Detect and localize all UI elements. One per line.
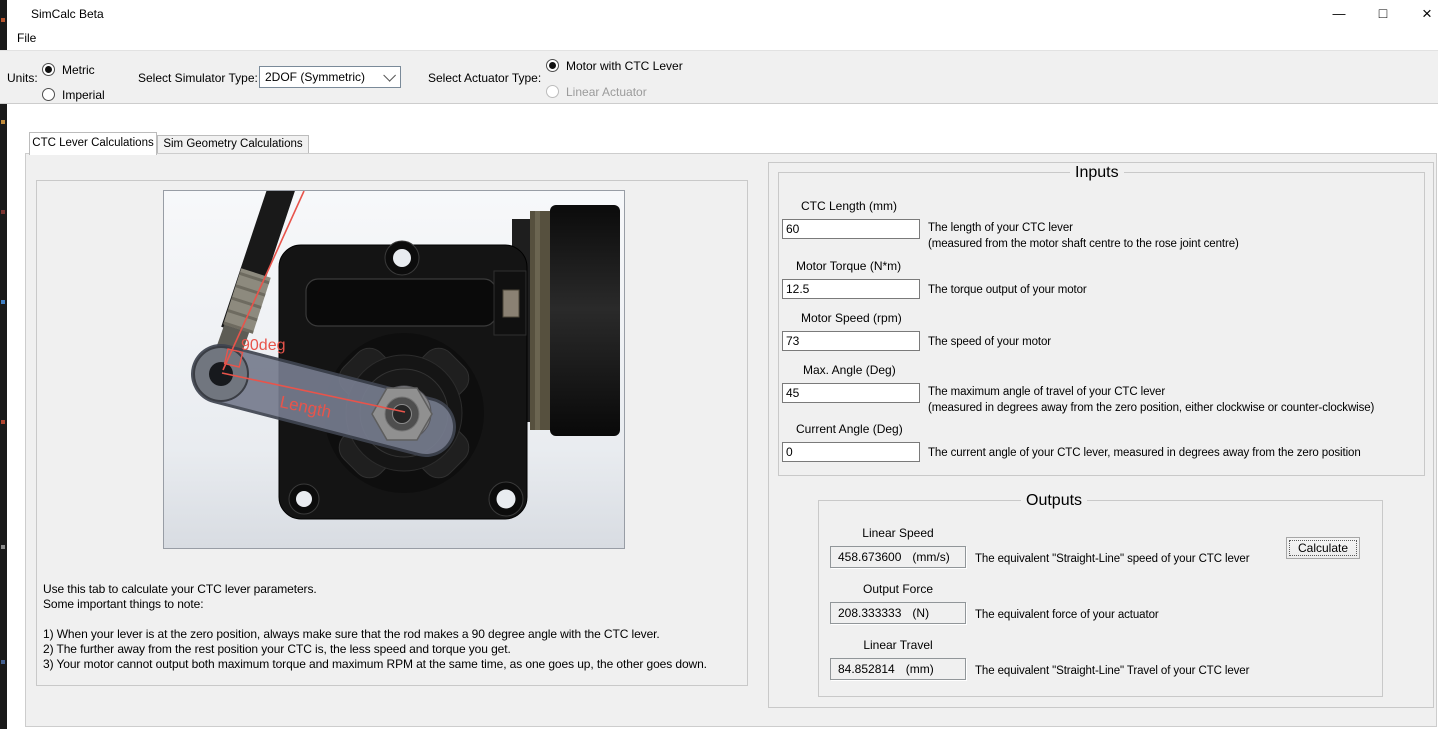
- simulator-type-value: 2DOF (Symmetric): [260, 70, 383, 84]
- notes-text: Use this tab to calculate your CTC lever…: [43, 582, 707, 672]
- app-window: SimCalc Beta — □ × File Units: Metric Im…: [0, 0, 1438, 729]
- radio-motor-label: Motor with CTC Lever: [566, 59, 683, 73]
- menu-bar: File: [7, 26, 1438, 50]
- tab-sim-geometry-calculations[interactable]: Sim Geometry Calculations: [157, 135, 309, 153]
- current-angle-desc: The current angle of your CTC lever, mea…: [928, 445, 1361, 461]
- ctc-length-input[interactable]: [782, 219, 920, 239]
- output-force-desc: The equivalent force of your actuator: [975, 607, 1159, 623]
- close-button[interactable]: ×: [1405, 0, 1438, 26]
- note-line: 1) When your lever is at the zero positi…: [43, 627, 707, 642]
- radio-metric-label: Metric: [62, 63, 95, 77]
- radio-linear-label: Linear Actuator: [566, 85, 647, 99]
- motor-speed-input[interactable]: [782, 331, 920, 351]
- motor-torque-label: Motor Torque (N*m): [796, 259, 901, 273]
- linear-speed-desc: The equivalent "Straight-Line" speed of …: [975, 551, 1249, 567]
- linear-travel-desc: The equivalent "Straight-Line" Travel of…: [975, 663, 1249, 679]
- inputs-title: Inputs: [1070, 164, 1124, 182]
- radio-metric[interactable]: Metric: [42, 62, 152, 77]
- actuator-type-label: Select Actuator Type:: [428, 71, 541, 85]
- window-title: SimCalc Beta: [31, 7, 104, 21]
- calculate-button[interactable]: Calculate: [1286, 537, 1360, 559]
- close-icon: ×: [1422, 7, 1432, 20]
- motor-body: [512, 205, 620, 436]
- note-line: [43, 612, 707, 627]
- radio-motor-ctc-lever[interactable]: Motor with CTC Lever: [546, 58, 706, 73]
- maximize-button[interactable]: □: [1361, 0, 1405, 26]
- outputs-title: Outputs: [1021, 492, 1087, 510]
- output-force-output: 208.333333(N): [830, 602, 966, 624]
- menu-item-file[interactable]: File: [9, 29, 44, 47]
- radio-metric-dot: [42, 63, 55, 76]
- angle-annotation: 90deg: [241, 337, 286, 354]
- motor-torque-input[interactable]: [782, 279, 920, 299]
- radio-imperial[interactable]: Imperial: [42, 87, 152, 102]
- motor-lever-picture: 90deg Length: [163, 190, 625, 549]
- title-bar: SimCalc Beta — □ ×: [7, 0, 1438, 26]
- units-label: Units:: [7, 71, 38, 85]
- minimize-icon: —: [1333, 7, 1346, 20]
- linear-travel-output: 84.852814(mm): [830, 658, 966, 680]
- radio-linear-dot: [546, 85, 559, 98]
- desktop-edge-strip: [0, 0, 7, 729]
- current-angle-input[interactable]: [782, 442, 920, 462]
- max-angle-input[interactable]: [782, 383, 920, 403]
- simulator-type-label: Select Simulator Type:: [138, 71, 258, 85]
- maximize-icon: □: [1379, 7, 1387, 20]
- motor-torque-desc: The torque output of your motor: [928, 282, 1087, 298]
- linear-speed-output: 458.673600(mm/s): [830, 546, 966, 568]
- current-angle-label: Current Angle (Deg): [796, 422, 903, 436]
- simulator-type-select[interactable]: 2DOF (Symmetric): [259, 66, 401, 88]
- max-angle-desc: The maximum angle of travel of your CTC …: [928, 384, 1374, 416]
- radio-imperial-label: Imperial: [62, 88, 105, 102]
- motor-diagram: 90deg Length: [164, 191, 624, 548]
- linear-speed-label: Linear Speed: [830, 526, 966, 540]
- max-angle-label: Max. Angle (Deg): [803, 363, 896, 377]
- note-line: Use this tab to calculate your CTC lever…: [43, 582, 707, 597]
- radio-motor-dot: [546, 59, 559, 72]
- radio-linear-actuator: Linear Actuator: [546, 84, 706, 99]
- output-force-label: Output Force: [830, 582, 966, 596]
- ctc-length-desc: The length of your CTC lever (measured f…: [928, 220, 1239, 252]
- linear-travel-label: Linear Travel: [830, 638, 966, 652]
- chevron-down-icon: [383, 69, 396, 82]
- motor-speed-desc: The speed of your motor: [928, 334, 1051, 350]
- tab-ctc-lever-calculations[interactable]: CTC Lever Calculations: [29, 132, 157, 155]
- note-line: 2) The further away from the rest positi…: [43, 642, 707, 657]
- minimize-button[interactable]: —: [1317, 0, 1361, 26]
- rose-joint: [194, 347, 248, 401]
- toolbar: Units: Metric Imperial Select Simulator …: [0, 50, 1438, 104]
- note-line: Some important things to note:: [43, 597, 707, 612]
- motor-speed-label: Motor Speed (rpm): [801, 311, 902, 325]
- radio-imperial-dot: [42, 88, 55, 101]
- note-line: 3) Your motor cannot output both maximum…: [43, 657, 707, 672]
- ctc-length-label: CTC Length (mm): [801, 199, 897, 213]
